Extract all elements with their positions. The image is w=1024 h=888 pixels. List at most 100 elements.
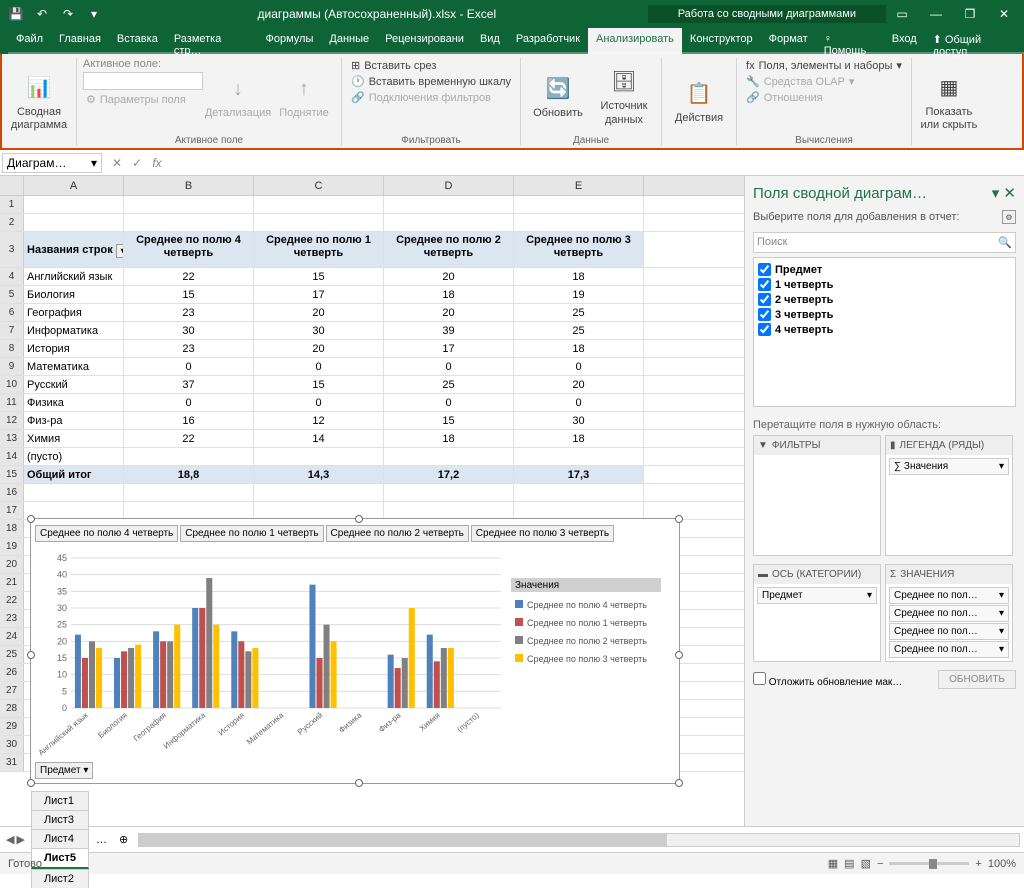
sheet-tab[interactable]: Лист2 [31,869,89,888]
row-header[interactable]: 2 [0,214,24,231]
restore-icon[interactable]: ❐ [954,3,986,25]
row-header[interactable]: 11 [0,394,24,411]
sheet-tab[interactable]: Лист4 [31,829,89,848]
col-header[interactable]: B [124,176,254,195]
table-cell[interactable]: 23 [124,340,254,357]
row-header[interactable]: 24 [0,628,24,645]
menu-item[interactable]: Вставка [109,28,166,54]
pivot-chart[interactable]: Среднее по полю 4 четверть Среднее по пол… [30,518,680,784]
row-header[interactable]: 10 [0,376,24,393]
menu-item[interactable]: Главная [51,28,109,54]
redo-icon[interactable]: ↷ [56,3,80,25]
row-header[interactable]: 1 [0,196,24,213]
chart-value-button[interactable]: Среднее по полю 4 четверть [35,525,178,542]
menu-item[interactable]: Формат [761,28,816,54]
horizontal-scrollbar[interactable] [138,833,1020,847]
row-header[interactable]: 27 [0,682,24,699]
table-cell[interactable]: 20 [254,304,384,321]
field-checkbox[interactable]: 3 четверть [758,307,1011,322]
table-cell[interactable]: 0 [124,394,254,411]
formula-input[interactable] [170,161,1024,165]
gear-icon[interactable]: ⚙ [1002,210,1016,224]
axis-zone[interactable]: ▬ ОСЬ (КАТЕГОРИИ)Предмет▾ [753,564,881,662]
col-header[interactable]: A [24,176,124,195]
select-all-corner[interactable] [0,176,24,195]
row-header[interactable]: 26 [0,664,24,681]
zone-item[interactable]: Среднее по пол…▾ [889,641,1009,658]
row-header[interactable]: 21 [0,574,24,591]
table-cell[interactable]: 22 [124,268,254,285]
row-header[interactable]: 16 [0,484,24,501]
table-cell[interactable]: 15 [254,376,384,393]
menu-item[interactable]: Разработчик [508,28,588,54]
minimize-icon[interactable]: — [920,3,952,25]
fx-icon[interactable]: fx [148,156,166,170]
table-cell[interactable]: Русский [24,376,124,393]
pivot-chart-button[interactable]: 📊 Сводная диаграмма [8,58,70,146]
row-header[interactable]: 31 [0,754,24,771]
table-cell[interactable]: 0 [514,358,644,375]
row-header[interactable]: 4 [0,268,24,285]
table-cell[interactable]: 0 [384,358,514,375]
chart-value-button[interactable]: Среднее по полю 3 четверть [471,525,614,542]
table-cell[interactable] [384,448,514,465]
data-source-button[interactable]: 🗄Источник данных [593,58,655,135]
zone-item[interactable]: Среднее по пол…▾ [889,605,1009,622]
field-search-input[interactable]: Поиск🔍 [753,232,1016,253]
row-header[interactable]: 14 [0,448,24,465]
row-header[interactable]: 28 [0,700,24,717]
row-header[interactable]: 9 [0,358,24,375]
zoom-out-icon[interactable]: − [877,858,883,870]
table-cell[interactable]: 37 [124,376,254,393]
table-cell[interactable]: 18 [514,268,644,285]
menu-item[interactable]: Вид [472,28,508,54]
table-cell[interactable]: Химия [24,430,124,447]
table-cell[interactable]: 14 [254,430,384,447]
chart-filter-button[interactable]: Предмет ▾ [35,762,93,779]
pane-close-icon[interactable]: ✕ [1003,185,1016,202]
view-break-icon[interactable]: ▧ [861,857,871,870]
legend-zone[interactable]: ▮ ЛЕГЕНДА (РЯДЫ)∑ Значения▾ [885,435,1013,556]
view-normal-icon[interactable]: ▦ [828,857,838,870]
menu-item[interactable]: Рецензировани [377,28,472,54]
row-header[interactable]: 6 [0,304,24,321]
table-cell[interactable]: 16 [124,412,254,429]
table-cell[interactable]: География [24,304,124,321]
row-header[interactable]: 19 [0,538,24,555]
table-cell[interactable]: 15 [124,286,254,303]
table-cell[interactable]: 25 [514,322,644,339]
zoom-level[interactable]: 100% [988,858,1016,870]
pivot-row-label[interactable]: Названия строк ▾ [24,232,124,267]
table-cell[interactable]: 0 [514,394,644,411]
values-zone[interactable]: Σ ЗНАЧЕНИЯСреднее по пол…▾Среднее по пол… [885,564,1013,662]
qat-more-icon[interactable]: ▾ [82,3,106,25]
fields-items-button[interactable]: fx Поля, элементы и наборы ▾ [743,58,905,73]
tab-next-icon[interactable]: ▶ [16,833,24,846]
table-cell[interactable]: 20 [384,268,514,285]
table-cell[interactable] [124,448,254,465]
zoom-slider[interactable] [889,862,969,865]
row-header[interactable]: 25 [0,646,24,663]
zone-item[interactable]: ∑ Значения▾ [889,458,1009,475]
field-checkbox[interactable]: 4 четверть [758,322,1011,337]
total-cell[interactable]: 18,8 [124,466,254,483]
table-cell[interactable]: 20 [514,376,644,393]
table-cell[interactable]: 18 [384,430,514,447]
view-layout-icon[interactable]: ▤ [844,857,854,870]
total-cell[interactable]: 14,3 [254,466,384,483]
table-cell[interactable]: 39 [384,322,514,339]
row-header[interactable]: 29 [0,718,24,735]
tab-more-icon[interactable]: … [90,834,113,846]
table-cell[interactable]: Математика [24,358,124,375]
row-header[interactable]: 22 [0,592,24,609]
total-label[interactable]: Общий итог [24,466,124,483]
menu-item[interactable]: ⬆ Общий доступ [925,28,1024,54]
table-cell[interactable]: Физ-ра [24,412,124,429]
table-cell[interactable]: 20 [384,304,514,321]
table-cell[interactable]: 17 [254,286,384,303]
actions-button[interactable]: 📋Действия [668,58,730,146]
row-header[interactable]: 18 [0,520,24,537]
save-icon[interactable]: 💾 [4,3,28,25]
menu-item[interactable]: Конструктор [682,28,761,54]
table-cell[interactable]: 30 [514,412,644,429]
